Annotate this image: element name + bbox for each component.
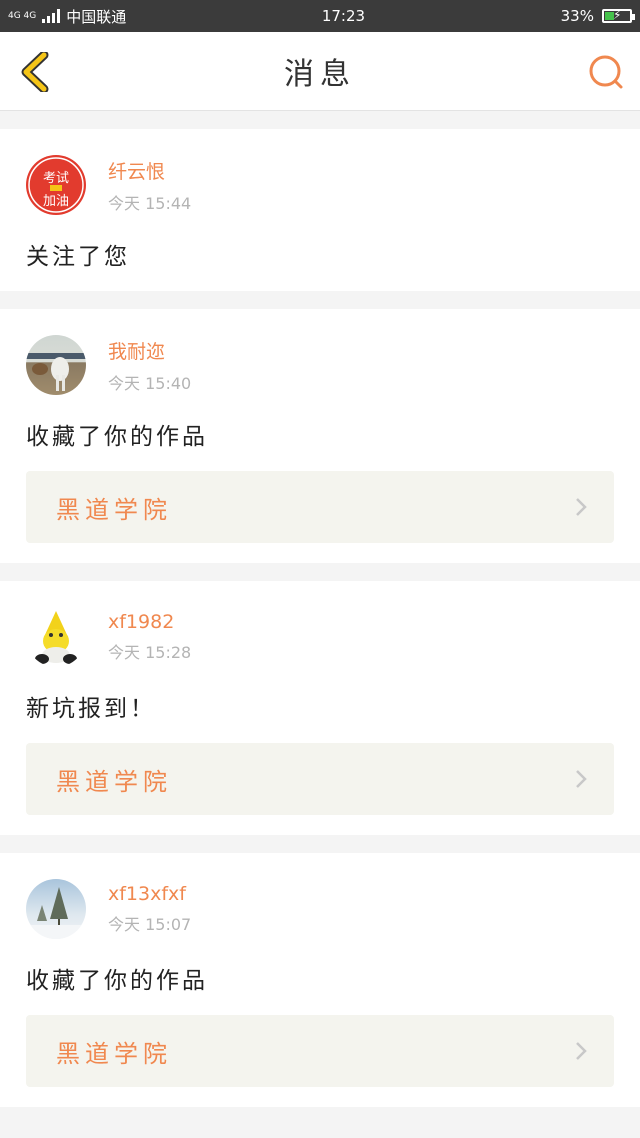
message-card[interactable]: xf1982 今天 15:28 新坑报到！ 黑道学院 [0, 581, 640, 835]
header: 消息 [0, 32, 640, 111]
message-header: 我耐迩 今天 15:40 [26, 335, 614, 395]
chevron-right-icon [576, 770, 587, 788]
timestamp: 今天 15:40 [108, 373, 192, 393]
username[interactable]: xf1982 [108, 611, 191, 633]
message-header: xf13xfxf 今天 15:07 [26, 879, 614, 939]
status-right: 33% ⚡ [560, 7, 635, 25]
timestamp: 今天 15:07 [108, 915, 192, 934]
username[interactable]: xf13xfxf [108, 883, 191, 905]
username[interactable]: 纤云恨 [108, 157, 191, 184]
timestamp: 今天 15:28 [108, 643, 192, 662]
banana-character-image [35, 611, 77, 664]
timestamp: 今天 15:44 [108, 193, 192, 213]
avatar[interactable]: 考试 加油 [26, 155, 86, 215]
chevron-left-icon [21, 50, 49, 94]
work-title: 黑道学院 [56, 495, 172, 524]
search-button[interactable] [588, 54, 624, 90]
message-text: 收藏了你的作品 [26, 424, 208, 450]
message-card[interactable]: xf13xfxf 今天 15:07 收藏了你的作品 黑道学院 [0, 853, 640, 1107]
status-bar: 4G 4G 中国联通 17:23 33% ⚡ [0, 0, 640, 32]
chevron-right-icon [576, 498, 587, 516]
avatar[interactable] [26, 879, 86, 939]
badge-line2: 加油 [43, 194, 69, 209]
badge-line1: 考试 [43, 171, 69, 186]
search-icon [589, 55, 623, 89]
message-header: xf1982 今天 15:28 [26, 607, 614, 667]
message-text: 关注了您 [26, 244, 130, 270]
page-title: 消息 [284, 57, 356, 92]
battery-icon: ⚡ [601, 8, 635, 23]
work-title: 黑道学院 [56, 1039, 172, 1068]
message-text: 收藏了你的作品 [26, 968, 208, 994]
username[interactable]: 我耐迩 [108, 337, 191, 364]
message-card[interactable]: 考试 加油 纤云恨 今天 15:44 关注了您 [0, 129, 640, 291]
work-link[interactable]: 黑道学院 [26, 1015, 614, 1087]
message-text: 新坑报到！ [26, 696, 156, 722]
battery-percent: 33% [560, 7, 594, 25]
network-label: 4G 4G [8, 10, 37, 21]
chevron-right-icon [576, 1042, 587, 1060]
snow-tree-image [26, 887, 86, 939]
status-left: 4G 4G 中国联通 [8, 6, 126, 27]
signal-icon [42, 9, 61, 23]
work-title: 黑道学院 [56, 767, 172, 796]
horse-photo-image [26, 353, 86, 391]
network-indicator: 4G 4G [8, 10, 37, 21]
avatar-badge-image: 考试 加油 [28, 157, 84, 213]
carrier-name: 中国联通 [66, 7, 127, 26]
avatar[interactable] [26, 607, 86, 667]
work-link[interactable]: 黑道学院 [26, 743, 614, 815]
avatar[interactable] [26, 335, 86, 395]
message-header: 考试 加油 纤云恨 今天 15:44 [26, 155, 614, 215]
status-time: 17:23 [321, 7, 366, 25]
message-card[interactable]: 我耐迩 今天 15:40 收藏了你的作品 黑道学院 [0, 309, 640, 563]
back-button[interactable] [18, 50, 52, 94]
work-link[interactable]: 黑道学院 [26, 471, 614, 543]
